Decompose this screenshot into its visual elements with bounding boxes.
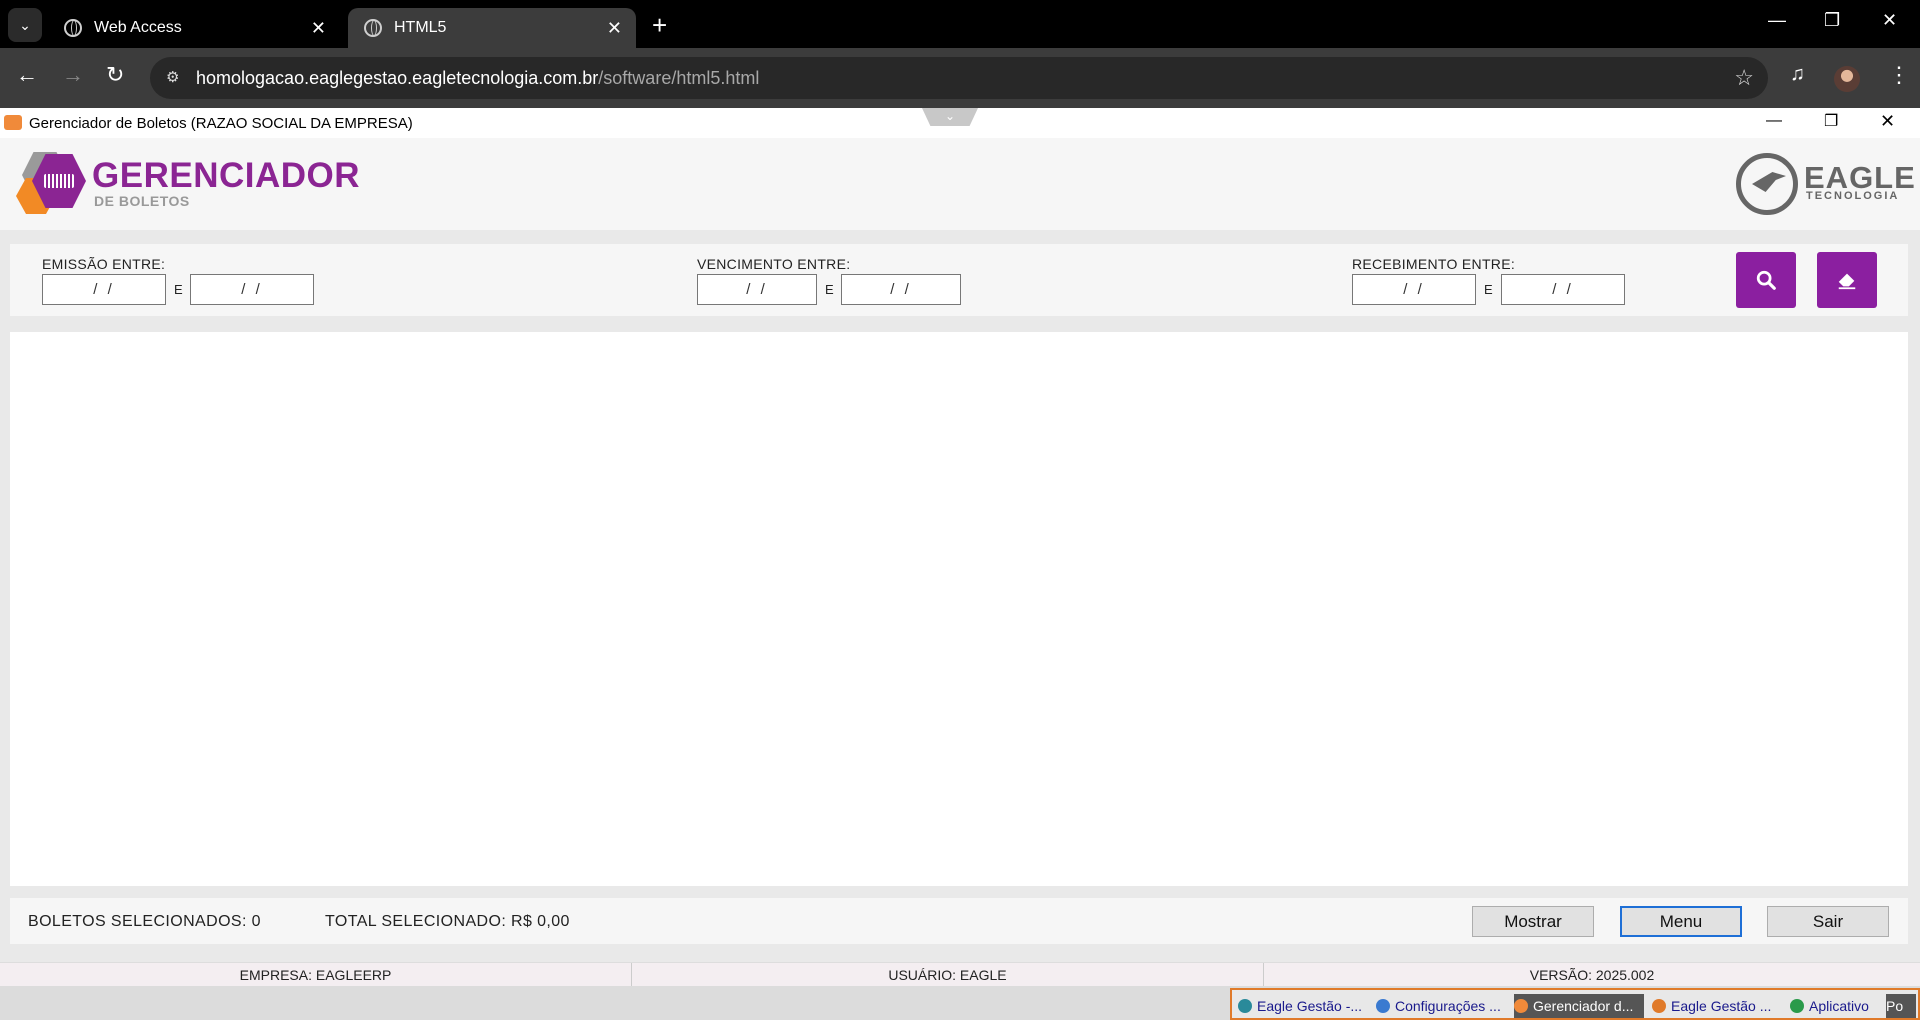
emissao-label: EMISSÃO ENTRE: xyxy=(42,256,166,272)
tab-title: HTML5 xyxy=(394,19,447,36)
app-close-icon[interactable]: ✕ xyxy=(1880,111,1895,132)
taskbar-window-group: Eagle Gestão -... Configurações ... Gere… xyxy=(1230,988,1920,1020)
search-button[interactable] xyxy=(1736,252,1796,308)
between-label: E xyxy=(825,282,834,297)
close-tab-icon[interactable]: ✕ xyxy=(311,18,326,39)
eraser-icon xyxy=(1838,273,1856,290)
site-settings-icon[interactable]: ⚙ xyxy=(166,68,186,88)
media-control-icon[interactable]: ♫ xyxy=(1790,63,1805,86)
close-tab-icon[interactable]: ✕ xyxy=(607,18,622,39)
between-label: E xyxy=(174,282,183,297)
address-bar[interactable]: ⚙ homologacao.eaglegestao.eagletecnologi… xyxy=(150,57,1768,99)
vencimento-label: VENCIMENTO ENTRE: xyxy=(697,256,851,272)
recebimento-end-input[interactable]: / / xyxy=(1501,274,1625,305)
back-icon[interactable]: ← xyxy=(16,62,38,88)
boletos-grid[interactable] xyxy=(10,332,1908,886)
avatar[interactable] xyxy=(1834,66,1860,92)
browser-toolbar: ← → ↻ ⚙ homologacao.eaglegestao.eagletec… xyxy=(0,48,1920,108)
selection-summary-bar: BOLETOS SELECIONADOS: 0 TOTAL SELECIONAD… xyxy=(10,898,1908,944)
url-text: homologacao.eaglegestao.eagletecnologia.… xyxy=(196,68,760,88)
app-window-title: Gerenciador de Boletos (RAZAO SOCIAL DA … xyxy=(29,115,413,132)
taskbar-item-aplicativo[interactable]: Aplicativo xyxy=(1790,994,1882,1018)
selected-total: TOTAL SELECIONADO: R$ 0,00 xyxy=(325,913,570,930)
show-button[interactable]: Mostrar xyxy=(1472,906,1594,937)
remote-taskbar: Eagle Gestão -... Configurações ... Gere… xyxy=(0,986,1920,1020)
emissao-start-input[interactable]: / / xyxy=(42,274,166,305)
app-restore-icon[interactable]: ❐ xyxy=(1824,111,1838,131)
app-minimize-icon[interactable]: — xyxy=(1766,112,1782,130)
between-label: E xyxy=(1484,282,1493,297)
taskbar-item-gerenciador[interactable]: Gerenciador d... xyxy=(1514,994,1644,1018)
globe-icon xyxy=(364,19,382,37)
taskbar-item-eagle-gestao[interactable]: Eagle Gestão -... xyxy=(1238,994,1368,1018)
status-bar: EMPRESA: EAGLEERP USUÁRIO: EAGLE VERSÃO:… xyxy=(0,962,1920,987)
reload-icon[interactable]: ↻ xyxy=(106,62,124,88)
new-tab-button[interactable]: + xyxy=(652,10,667,41)
filter-panel: EMISSÃO ENTRE: / / E / / VENCIMENTO ENTR… xyxy=(10,244,1908,316)
app-header: GERENCIADOR DE BOLETOS EAGLE TECNOLOGIA xyxy=(0,138,1920,230)
search-icon xyxy=(1756,270,1776,290)
taskbar-item-eagle-gestao-2[interactable]: Eagle Gestão ... xyxy=(1652,994,1782,1018)
status-empresa: EMPRESA: EAGLEERP xyxy=(0,963,632,987)
tab-title: Web Access xyxy=(94,19,182,36)
tab-search-menu-button[interactable]: ⌄ xyxy=(8,8,42,42)
menu-button[interactable]: Menu xyxy=(1620,906,1742,937)
taskbar-item-configuracoes[interactable]: Configurações ... xyxy=(1376,994,1506,1018)
vencimento-start-input[interactable]: / / xyxy=(697,274,817,305)
taskbar-item-po[interactable]: Po xyxy=(1886,994,1916,1018)
close-window-icon[interactable]: ✕ xyxy=(1882,10,1897,31)
bookmark-star-icon[interactable]: ☆ xyxy=(1734,65,1754,91)
app-icon xyxy=(4,115,22,130)
browser-tab-web-access[interactable]: Web Access ✕ xyxy=(48,8,340,48)
browser-tab-html5[interactable]: HTML5 ✕ xyxy=(348,8,636,48)
browser-tab-bar: ⌄ Web Access ✕ HTML5 ✕ + — ❐ ✕ xyxy=(0,0,1920,48)
selected-count: BOLETOS SELECIONADOS: 0 xyxy=(28,913,261,930)
restore-icon[interactable]: ❐ xyxy=(1824,10,1840,31)
recebimento-start-input[interactable]: / / xyxy=(1352,274,1476,305)
emissao-end-input[interactable]: / / xyxy=(190,274,314,305)
vencimento-end-input[interactable]: / / xyxy=(841,274,961,305)
clear-filters-button[interactable] xyxy=(1817,252,1877,308)
status-usuario: USUÁRIO: EAGLE xyxy=(632,963,1264,987)
forward-icon[interactable]: → xyxy=(62,62,84,88)
globe-icon xyxy=(64,19,82,37)
recebimento-label: RECEBIMENTO ENTRE: xyxy=(1352,256,1516,272)
browser-menu-icon[interactable]: ⋮ xyxy=(1888,62,1910,88)
status-versao: VERSÃO: 2025.002 xyxy=(1529,967,1655,983)
exit-button[interactable]: Sair xyxy=(1767,906,1889,937)
minimize-icon[interactable]: — xyxy=(1768,10,1786,31)
collapse-toolbar-icon[interactable]: ⌄ xyxy=(922,108,978,126)
